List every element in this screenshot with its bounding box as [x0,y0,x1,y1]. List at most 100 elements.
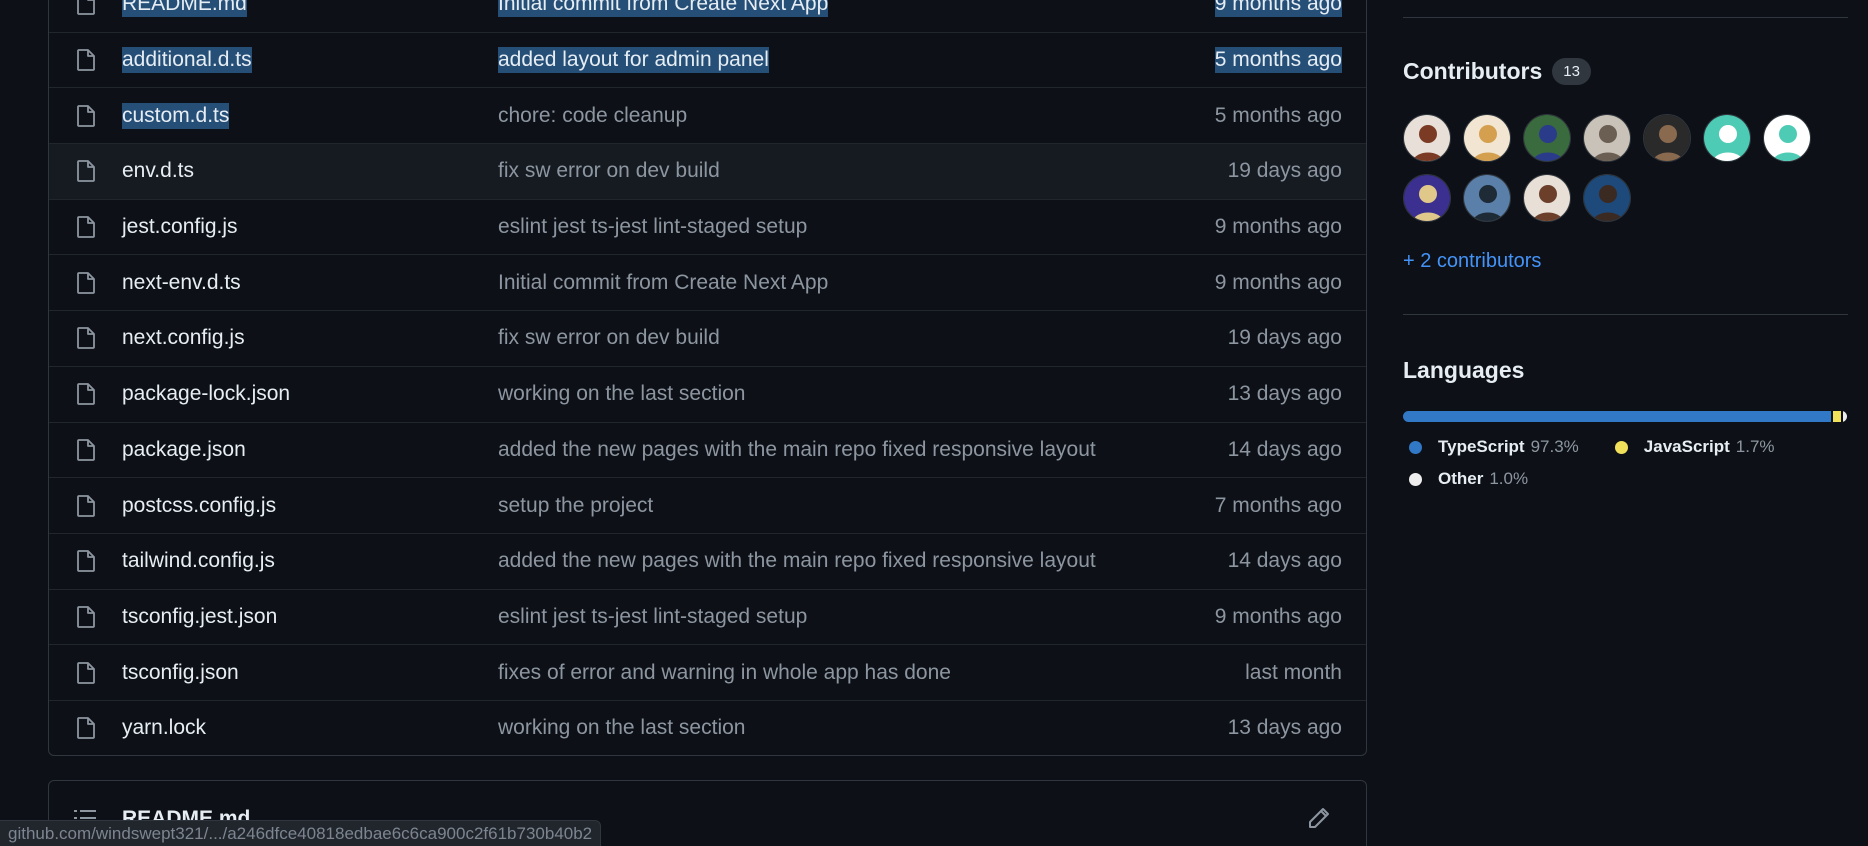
contributor-avatar[interactable] [1583,114,1631,162]
commit-message-link[interactable]: added the new pages with the main repo f… [498,549,1096,573]
contributors-count: 13 [1552,58,1591,85]
file-name-link[interactable]: README.md [122,0,247,17]
languages-title: Languages [1403,357,1525,383]
file-icon [76,717,96,740]
commit-time: 9 months ago [1214,604,1342,628]
language-name: JavaScript [1643,437,1730,456]
file-name-link[interactable]: jest.config.js [122,215,238,239]
commit-time: 9 months ago [1214,270,1342,294]
file-icon [76,271,96,294]
file-row[interactable]: postcss.config.js setup the project 7 mont… [49,477,1366,533]
file-row[interactable]: package.json added the new pages with the… [49,421,1366,478]
file-name-link[interactable]: next-env.d.ts [122,271,241,295]
commit-message-link[interactable]: setup the project [498,494,653,518]
file-icon [76,104,96,127]
file-row[interactable]: next-env.d.ts Initial commit from Create … [49,254,1366,310]
language-name: Other [1438,469,1484,488]
commit-time: 9 months ago [1214,0,1342,17]
language-item[interactable]: JavaScript 1.7% [1614,437,1775,457]
contributor-avatar[interactable] [1703,114,1751,162]
commit-message-link[interactable]: working on the last section [498,382,745,406]
commit-message-link[interactable]: working on the last section [498,716,745,740]
commit-message-link[interactable]: eslint jest ts-jest lint-staged setup [498,215,807,239]
commit-message-link[interactable]: fix sw error on dev build [498,326,720,350]
contributors-heading[interactable]: Contributors 13 [1403,58,1591,85]
contributor-avatars [1403,114,1823,222]
file-name-link[interactable]: tailwind.config.js [122,549,275,573]
contributor-avatar[interactable] [1403,114,1451,162]
language-dot-icon [1614,440,1628,454]
file-icon [76,160,96,183]
file-name-link[interactable]: next.config.js [122,326,245,350]
commit-message-link[interactable]: eslint jest ts-jest lint-staged setup [498,605,807,629]
commit-message-link[interactable]: Initial commit from Create Next App [498,0,829,17]
file-name-link[interactable]: postcss.config.js [122,494,276,518]
file-row[interactable]: additional.d.ts added layout for admin pa… [49,31,1366,88]
commit-message-link[interactable]: fix sw error on dev build [498,159,720,183]
contributor-avatar[interactable] [1523,174,1571,222]
file-icon [76,550,96,573]
file-name-link[interactable]: additional.d.ts [122,47,252,74]
commit-time: 7 months ago [1214,493,1342,517]
commit-message-link[interactable]: added layout for admin panel [498,47,769,74]
file-row[interactable]: tsconfig.jest.json eslint jest ts-jest li… [49,588,1366,645]
commit-time: 19 days ago [1227,326,1342,350]
commit-time: 5 months ago [1214,47,1342,74]
file-list: README.md Initial commit from Create Next… [48,0,1367,756]
language-bar-segment [1842,411,1847,422]
language-percent: 97.3% [1530,437,1579,456]
language-bar-segment [1833,411,1841,422]
file-row[interactable]: next.config.js fix sw error on dev build 1… [49,310,1366,366]
language-name: TypeScript [1438,437,1525,456]
more-contributors-link[interactable]: + 2 contributors [1403,250,1541,273]
file-row[interactable]: env.d.ts fix sw error on dev build 19 days… [49,143,1366,199]
contributor-avatar[interactable] [1583,174,1631,222]
language-dot-icon [1409,472,1422,486]
file-icon [76,438,96,461]
file-name-link[interactable]: custom.d.ts [122,102,230,129]
commit-message-link[interactable]: Initial commit from Create Next App [498,271,828,295]
file-name-link[interactable]: package.json [122,438,246,462]
commit-message-link[interactable]: chore: code cleanup [498,104,687,128]
file-row[interactable]: custom.d.ts chore: code cleanup 5 months a… [49,87,1366,143]
commit-message-link[interactable]: fixes of error and warning in whole app … [498,661,951,685]
commit-time: 14 days ago [1227,437,1342,461]
file-row[interactable]: README.md Initial commit from Create Next… [49,0,1366,32]
file-row[interactable]: jest.config.js eslint jest ts-jest lint-s… [49,198,1366,255]
file-name-link[interactable]: yarn.lock [122,716,206,740]
contributor-avatar[interactable] [1403,174,1451,222]
file-name-link[interactable]: tsconfig.jest.json [122,605,277,629]
commit-time: last month [1245,660,1342,684]
file-icon [76,0,96,15]
commit-time: 14 days ago [1227,549,1342,573]
contributor-avatar[interactable] [1763,114,1811,162]
contributor-avatar[interactable] [1463,114,1511,162]
language-bar-segment [1403,411,1832,422]
commit-time: 9 months ago [1214,215,1342,239]
file-icon [76,216,96,238]
language-item[interactable]: Other 1.0% [1409,469,1813,489]
file-row[interactable]: tailwind.config.js added the new pages wi… [49,532,1366,589]
divider [1403,17,1848,18]
contributor-avatar[interactable] [1523,114,1571,162]
language-item[interactable]: TypeScript 97.3% [1409,437,1579,457]
language-percent: 1.0% [1489,469,1529,488]
commit-message-link[interactable]: added the new pages with the main repo f… [498,438,1096,462]
file-row[interactable]: yarn.lock working on the last section 13 d… [49,699,1366,755]
file-icon [76,494,96,517]
contributors-title[interactable]: Contributors [1403,58,1542,85]
language-percent: 1.7% [1735,437,1775,456]
contributor-avatar[interactable] [1463,174,1511,222]
pencil-icon[interactable] [1308,807,1330,829]
file-icon [76,661,96,684]
file-row[interactable]: package-lock.json working on the last sec… [49,365,1366,422]
file-name-link[interactable]: env.d.ts [122,159,194,183]
divider [1403,314,1848,315]
language-bar [1403,411,1847,422]
file-name-link[interactable]: package-lock.json [122,382,290,406]
commit-time: 5 months ago [1214,103,1342,127]
file-icon [76,606,96,628]
file-row[interactable]: tsconfig.json fixes of error and warning … [49,644,1366,700]
file-name-link[interactable]: tsconfig.json [122,661,239,685]
contributor-avatar[interactable] [1643,114,1691,162]
